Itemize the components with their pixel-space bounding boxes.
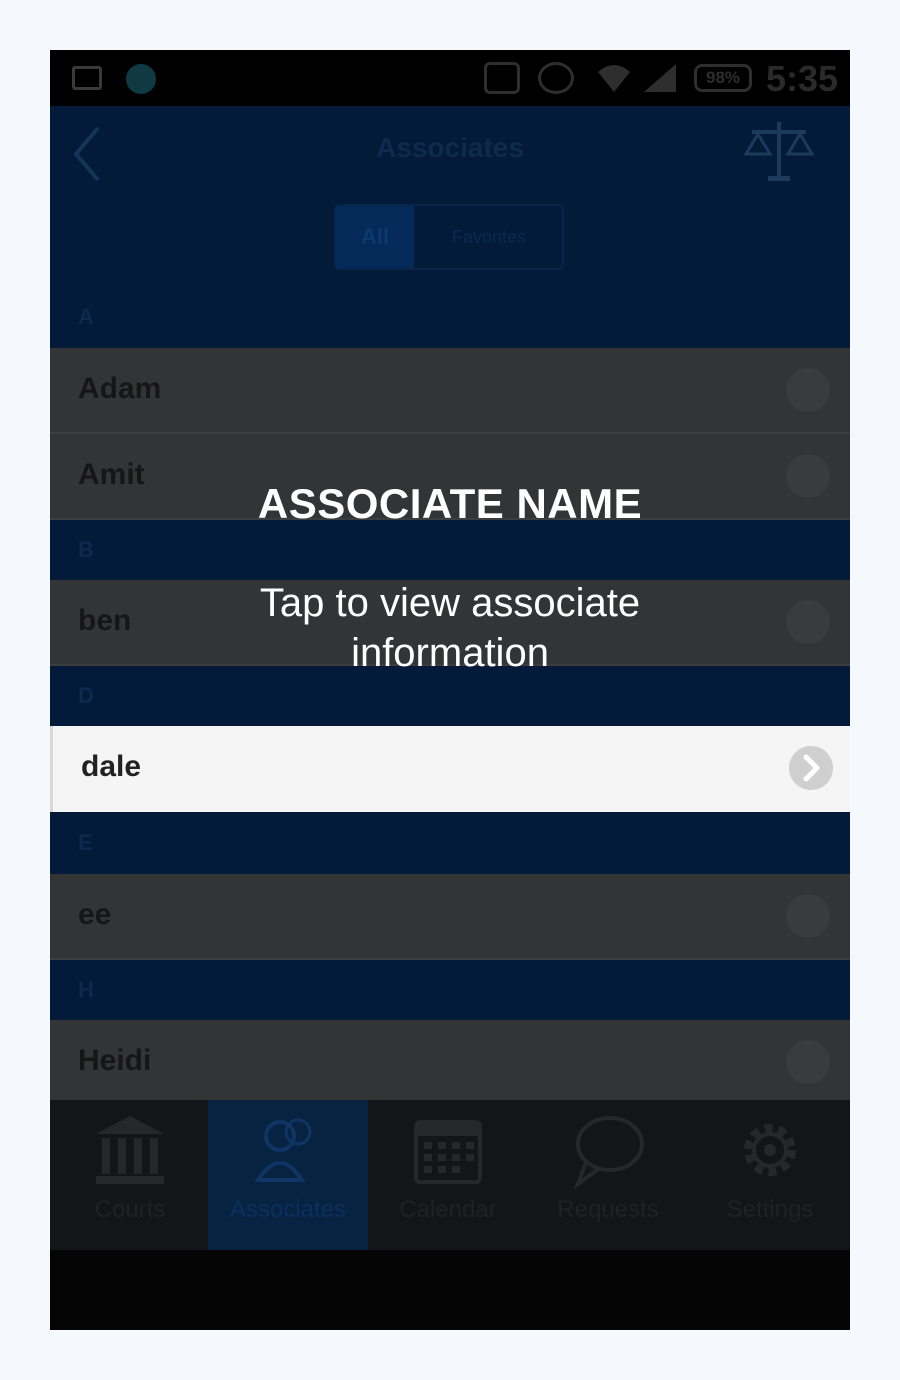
chevron-right-icon[interactable] (786, 600, 830, 644)
tab-label: Settings (726, 1196, 814, 1223)
segment-all[interactable]: All (336, 206, 414, 268)
list-item-ee[interactable]: ee (50, 874, 850, 960)
section-header-b: B (50, 520, 850, 580)
associate-name: ee (78, 898, 112, 931)
page-title: Associates (376, 132, 524, 163)
phone-screen: 98% 5:35 Associates All Favorites A Adam… (50, 50, 850, 1330)
tab-label: Associates (229, 1196, 347, 1223)
courthouse-icon (96, 1116, 164, 1184)
scales-of-justice-icon[interactable] (744, 116, 814, 186)
coach-mark-title: ASSOCIATE NAME (257, 480, 643, 527)
people-icon (254, 1118, 312, 1182)
clock: 5:35 (766, 58, 839, 99)
associate-name: Adam (78, 372, 162, 405)
chevron-right-icon[interactable] (786, 1040, 830, 1084)
speech-bubble-icon (573, 1116, 644, 1190)
signal-icon (642, 62, 678, 94)
tab-settings[interactable]: Settings (690, 1100, 850, 1250)
associate-name: Heidi (78, 1044, 152, 1077)
calendar-icon (414, 1120, 482, 1184)
gallery-icon (72, 66, 102, 90)
tab-label: Courts (94, 1196, 166, 1223)
bottom-tab-bar: Courts Associates Calendar Requests Sett… (50, 1100, 850, 1250)
battery-indicator: 98% (694, 64, 752, 92)
gear-icon (744, 1124, 796, 1176)
associate-name: ben (78, 604, 132, 637)
coach-mark-description: Tap to view associate information (259, 581, 641, 675)
list-item-dale-highlighted[interactable]: dale (50, 726, 850, 812)
segmented-control: All Favorites (334, 204, 564, 270)
chevron-right-icon[interactable] (786, 368, 830, 412)
chevron-right-icon[interactable] (786, 894, 830, 938)
tab-courts[interactable]: Courts (50, 1100, 210, 1250)
tab-label: Requests (557, 1196, 659, 1223)
tab-requests[interactable]: Requests (528, 1100, 688, 1250)
list-item-adam[interactable]: Adam (50, 348, 850, 434)
system-nav-bar (50, 1250, 850, 1330)
section-header-h: H (50, 960, 850, 1020)
segment-favorites[interactable]: Favorites (416, 206, 562, 268)
section-header-a: A (50, 286, 850, 348)
nfc-icon (484, 62, 520, 94)
wifi-icon (596, 62, 632, 94)
associate-name: dale (81, 750, 142, 783)
alarm-icon (538, 62, 574, 94)
tab-label: Calendar (399, 1196, 497, 1223)
status-bar: 98% 5:35 (50, 50, 850, 106)
tab-calendar[interactable]: Calendar (368, 1100, 528, 1250)
notification-dot-icon (126, 64, 156, 94)
chevron-right-icon[interactable] (789, 746, 833, 790)
list-item-heidi[interactable]: Heidi (50, 1020, 850, 1106)
section-header-e: E (50, 812, 850, 874)
tab-associates[interactable]: Associates (208, 1100, 368, 1250)
